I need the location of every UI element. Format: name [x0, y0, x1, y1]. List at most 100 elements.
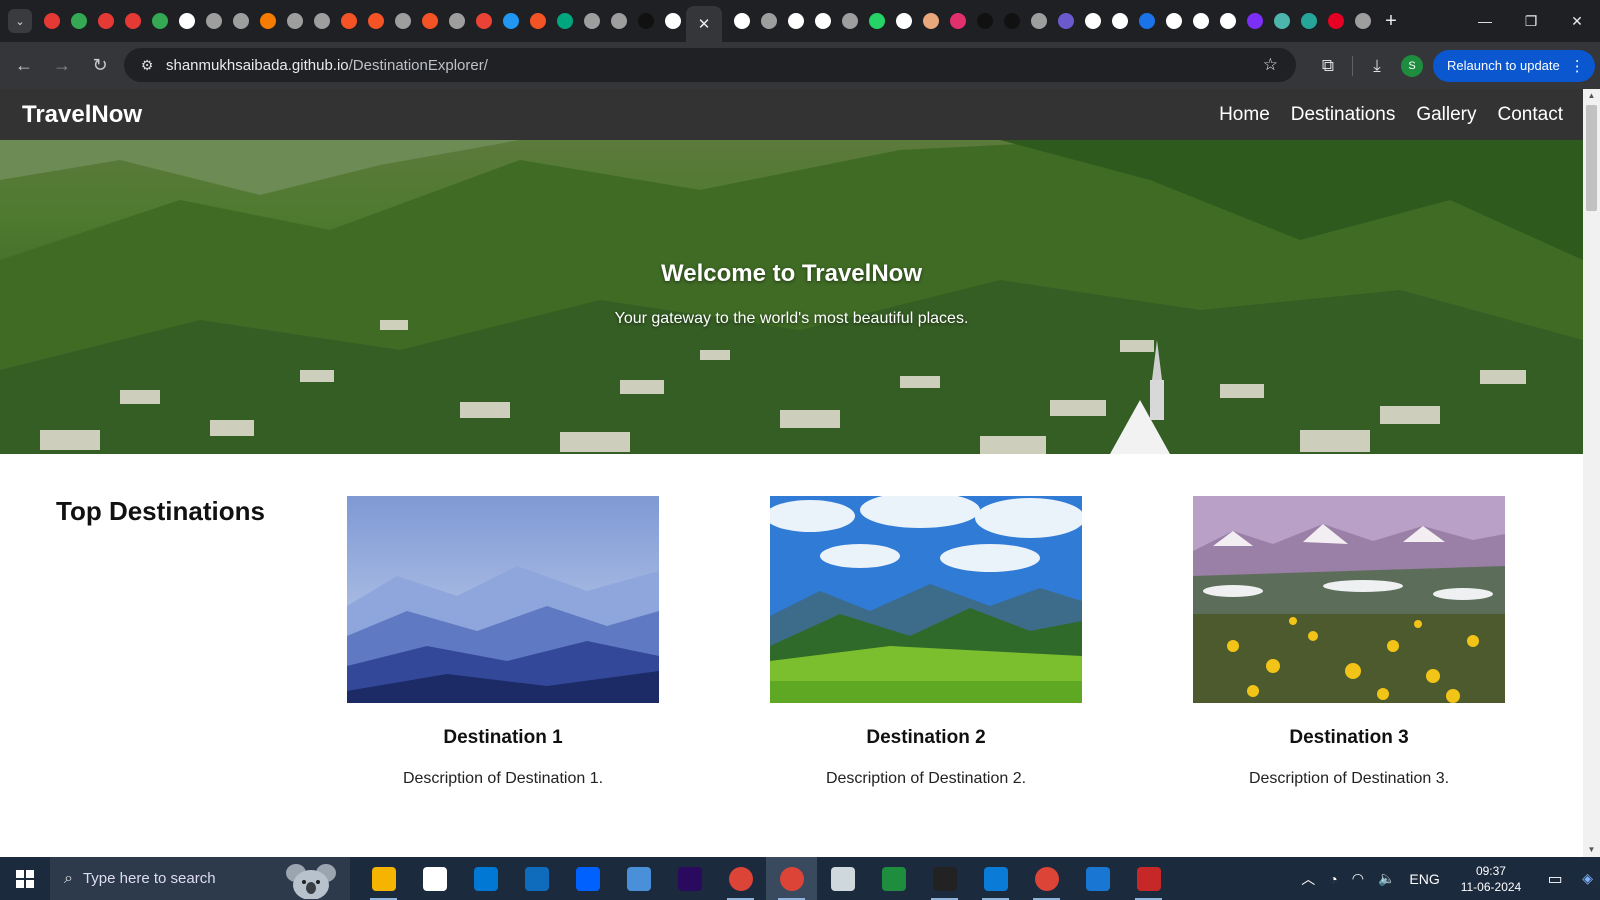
clock[interactable]: 09:37 11-06-2024 [1461, 863, 1522, 895]
restore-icon[interactable]: ❐ [1508, 0, 1554, 42]
browser-tab[interactable] [1025, 0, 1052, 42]
address-bar[interactable]: ⚙ shanmukhsaibada.github.io/DestinationE… [124, 48, 1296, 82]
extensions-icon[interactable]: ⧉ [1310, 56, 1346, 76]
browser-tab[interactable] [281, 0, 308, 42]
browser-tab[interactable] [1295, 0, 1322, 42]
browser-tab[interactable] [1187, 0, 1214, 42]
browser-tab[interactable] [254, 0, 281, 42]
browser-tab[interactable] [200, 0, 227, 42]
browser-tab[interactable] [227, 0, 254, 42]
reload-icon[interactable]: ↻ [82, 48, 118, 84]
browser-tab[interactable] [890, 0, 917, 42]
browser-tab[interactable] [659, 0, 686, 42]
browser-tab[interactable] [1241, 0, 1268, 42]
taskbar-app[interactable] [664, 857, 715, 900]
browser-tab[interactable] [1133, 0, 1160, 42]
notifications-icon[interactable]: ▭ [1535, 869, 1575, 889]
site-logo[interactable]: TravelNow [22, 101, 142, 129]
browser-tab[interactable] [1322, 0, 1349, 42]
browser-tab[interactable] [632, 0, 659, 42]
nav-link-home[interactable]: Home [1219, 104, 1270, 126]
destination-card[interactable]: Destination 2 Description of Destination… [770, 496, 1082, 788]
browser-tab[interactable] [1052, 0, 1079, 42]
browser-tab[interactable] [38, 0, 65, 42]
browser-tab[interactable] [998, 0, 1025, 42]
destination-card[interactable]: Destination 1 Description of Destination… [347, 496, 659, 788]
back-icon[interactable]: ← [6, 48, 42, 84]
browser-tab[interactable] [836, 0, 863, 42]
browser-tab[interactable] [119, 0, 146, 42]
forward-icon[interactable]: → [44, 48, 80, 84]
browser-tab[interactable] [308, 0, 335, 42]
browser-tab[interactable] [917, 0, 944, 42]
url-text[interactable]: shanmukhsaibada.github.io/DestinationExp… [166, 57, 488, 74]
taskbar-app[interactable] [970, 857, 1021, 900]
active-tab[interactable]: ✕ [686, 6, 722, 42]
scroll-down-icon[interactable]: ▼ [1583, 843, 1600, 857]
taskbar-app[interactable] [562, 857, 613, 900]
browser-tab[interactable] [944, 0, 971, 42]
nav-link-gallery[interactable]: Gallery [1416, 104, 1476, 126]
taskbar-app[interactable] [460, 857, 511, 900]
browser-tab[interactable] [728, 0, 755, 42]
browser-tab[interactable] [782, 0, 809, 42]
browser-tab[interactable] [362, 0, 389, 42]
profile-avatar[interactable]: S [1401, 54, 1423, 77]
taskbar-app[interactable] [613, 857, 664, 900]
browser-tab[interactable] [755, 0, 782, 42]
browser-tab[interactable] [863, 0, 890, 42]
taskbar-app[interactable] [409, 857, 460, 900]
browser-tab[interactable] [146, 0, 173, 42]
bookmark-star-icon[interactable]: ☆ [1263, 55, 1278, 75]
copilot-icon[interactable]: ◈ [1582, 870, 1593, 887]
taskbar-app[interactable] [766, 857, 817, 900]
taskbar-app[interactable] [919, 857, 970, 900]
start-button[interactable] [0, 857, 50, 900]
browser-tab[interactable] [809, 0, 836, 42]
browser-tab[interactable] [524, 0, 551, 42]
more-menu-icon[interactable]: ⋮ [1570, 57, 1585, 75]
relaunch-button[interactable]: Relaunch to update ⋮ [1433, 49, 1595, 82]
taskbar-app[interactable] [1021, 857, 1072, 900]
browser-tab[interactable] [389, 0, 416, 42]
browser-tab[interactable] [1268, 0, 1295, 42]
browser-tab[interactable] [497, 0, 524, 42]
taskbar-search[interactable]: ⌕ Type here to search [50, 857, 350, 900]
taskbar-app[interactable] [868, 857, 919, 900]
scroll-up-icon[interactable]: ▲ [1583, 89, 1600, 103]
browser-tab[interactable] [1106, 0, 1133, 42]
browser-tab[interactable] [470, 0, 497, 42]
language-indicator[interactable]: ENG [1409, 871, 1439, 887]
taskbar-app[interactable] [1072, 857, 1123, 900]
browser-tab[interactable] [551, 0, 578, 42]
show-hidden-icons-icon[interactable]: ︿ [1301, 869, 1315, 889]
browser-tab[interactable] [1079, 0, 1106, 42]
wifi-icon[interactable]: ◠ [1352, 870, 1364, 887]
site-info-icon[interactable]: ⚙ [132, 57, 162, 74]
taskbar-app[interactable] [1123, 857, 1174, 900]
nav-link-destinations[interactable]: Destinations [1291, 104, 1396, 126]
tab-search-icon[interactable]: ⌄ [8, 9, 32, 33]
browser-tab[interactable] [578, 0, 605, 42]
browser-tab[interactable] [971, 0, 998, 42]
browser-tab[interactable] [443, 0, 470, 42]
downloads-icon[interactable]: ⤓ [1359, 56, 1395, 76]
browser-tab[interactable] [65, 0, 92, 42]
browser-tab[interactable] [416, 0, 443, 42]
page-scrollbar[interactable]: ▲ ▼ [1583, 89, 1600, 857]
taskbar-app[interactable] [715, 857, 766, 900]
close-window-icon[interactable]: ✕ [1554, 0, 1600, 42]
browser-tab[interactable] [173, 0, 200, 42]
browser-tab[interactable] [605, 0, 632, 42]
taskbar-app[interactable] [358, 857, 409, 900]
browser-tab[interactable] [1214, 0, 1241, 42]
browser-tab[interactable] [335, 0, 362, 42]
taskbar-app[interactable] [817, 857, 868, 900]
new-tab-button[interactable]: + [1376, 10, 1406, 33]
close-tab-icon[interactable]: ✕ [698, 15, 711, 33]
network-icon[interactable]: ◔ [1329, 871, 1337, 887]
destination-card[interactable]: Destination 3 Description of Destination… [1193, 496, 1505, 788]
browser-tab[interactable] [92, 0, 119, 42]
minimize-icon[interactable]: — [1462, 0, 1508, 42]
scrollbar-thumb[interactable] [1586, 105, 1597, 211]
